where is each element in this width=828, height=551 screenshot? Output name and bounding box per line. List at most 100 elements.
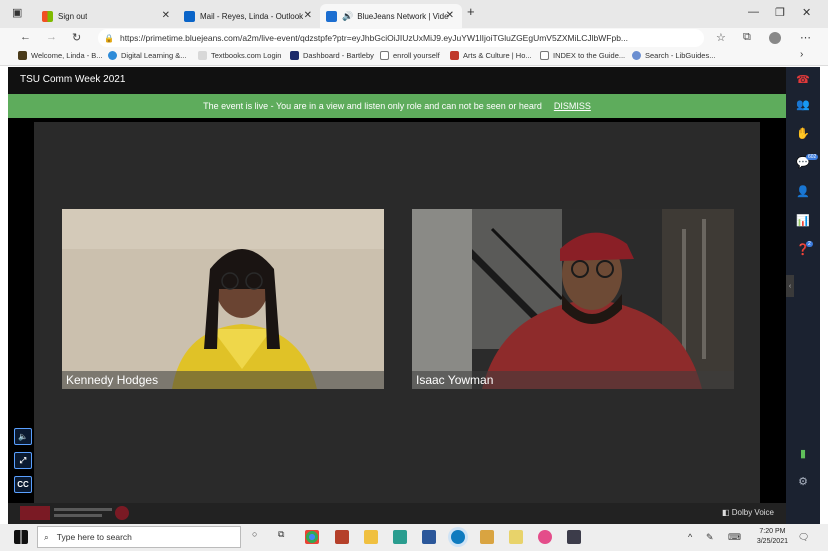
tab-bluejeans[interactable]: 🔊 BlueJeans Network | Video ✕ <box>320 4 462 28</box>
participants-icon[interactable]: 👥 <box>795 96 811 112</box>
speaker-icon: 🔈 <box>18 432 28 441</box>
bookmark-item[interactable]: enroll yourself <box>380 51 440 60</box>
bookmark-icon <box>540 51 549 60</box>
forward-icon[interactable]: → <box>46 31 57 43</box>
profile-icon[interactable] <box>769 32 781 44</box>
expand-icon: ⤢ <box>19 455 27 465</box>
app-icon[interactable] <box>480 530 494 544</box>
event-title: TSU Comm Week 2021 <box>20 74 126 85</box>
more-icon[interactable]: ⋯ <box>800 31 811 44</box>
live-banner: The event is live - You are in a view an… <box>8 94 786 118</box>
chevron-left-icon: ‹ <box>788 282 792 290</box>
participant-video <box>62 209 384 389</box>
captions-button[interactable]: CC <box>14 476 32 493</box>
file-explorer-icon[interactable] <box>364 530 378 544</box>
participant-name: Kennedy Hodges <box>66 373 159 387</box>
taskbar-search[interactable]: ⌕ Type here to search <box>37 526 241 548</box>
address-bar[interactable]: 🔒 https://primetime.bluejeans.com/a2m/li… <box>98 29 704 47</box>
outlook-icon <box>184 10 195 22</box>
banner-message: The event is live - You are in a view an… <box>203 101 542 111</box>
speaker-icon: 🔊 <box>342 10 354 21</box>
people-icon[interactable]: 👤 <box>795 183 811 199</box>
collapse-rail-button[interactable]: ‹ <box>786 275 794 297</box>
chat-badge: 602 <box>806 154 819 160</box>
task-view-icon[interactable]: ⧉ <box>278 529 284 540</box>
app-icon[interactable] <box>538 530 552 544</box>
refresh-icon[interactable]: ↻ <box>72 31 81 44</box>
participant-video <box>412 209 734 389</box>
browser-window: ▣ Sign out ✕ Mail - Reyes, Linda - Outlo… <box>0 0 828 551</box>
collections-icon[interactable]: ⧉ <box>743 31 751 44</box>
minimize-icon[interactable]: — <box>748 6 759 18</box>
close-tab-icon[interactable]: ✕ <box>162 10 170 21</box>
back-icon[interactable]: ← <box>20 31 31 43</box>
microsoft-icon <box>42 10 53 22</box>
bookmark-icon <box>450 51 459 60</box>
close-tab-icon[interactable]: ✕ <box>304 10 312 21</box>
bluejeans-icon <box>326 10 337 22</box>
app-icon[interactable] <box>335 530 349 544</box>
participant-name: Isaac Yowman <box>416 373 494 387</box>
settings-icon[interactable]: ⚙ <box>795 473 811 489</box>
tab-actions-icon[interactable]: ▣ <box>12 6 22 19</box>
qa-badge: 2 <box>806 241 813 247</box>
tab-strip: ▣ Sign out ✕ Mail - Reyes, Linda - Outlo… <box>0 0 828 28</box>
event-header: TSU Comm Week 2021 <box>8 67 786 94</box>
dismiss-button[interactable]: DISMISS <box>554 101 591 111</box>
video-stage: Kennedy Hodges Isaac Yowman 🔈 ⤢ CC <box>8 118 786 503</box>
taskbar-clock[interactable]: 7:20 PM 3/25/2021 <box>757 527 788 547</box>
edge-icon[interactable] <box>451 530 465 544</box>
close-window-icon[interactable]: ✕ <box>802 6 811 19</box>
tsu-logo <box>20 506 129 520</box>
video-area: Kennedy Hodges Isaac Yowman <box>34 122 760 503</box>
bookmark-item[interactable]: Digital Learning &... <box>108 51 186 60</box>
bookmark-icon <box>290 51 299 60</box>
favorites-icon[interactable]: ☆ <box>716 31 726 44</box>
bookmark-item[interactable]: Welcome, Linda - B... <box>18 51 103 60</box>
notifications-icon[interactable]: 🗨 <box>798 532 809 543</box>
dolby-voice-label: ◧ Dolby Voice <box>721 508 774 517</box>
tab-sign-out[interactable]: Sign out ✕ <box>36 4 178 28</box>
app-icon[interactable] <box>393 530 407 544</box>
polls-icon[interactable]: 📊 <box>795 212 811 228</box>
chrome-icon[interactable] <box>305 530 319 544</box>
bookmark-item[interactable]: Textbooks.com Login <box>198 51 281 60</box>
bluejeans-app: TSU Comm Week 2021 The event is live - Y… <box>8 67 820 524</box>
close-tab-icon[interactable]: ✕ <box>446 10 454 21</box>
video-tile-kennedy[interactable]: Kennedy Hodges <box>62 209 384 389</box>
search-icon: ⌕ <box>44 531 49 542</box>
bookmark-icon <box>18 51 27 60</box>
participant-name-bar: Isaac Yowman <box>412 371 734 389</box>
bookmark-item[interactable]: Arts & Culture | Ho... <box>450 51 532 60</box>
bookmark-icon <box>108 51 117 60</box>
bookmark-item[interactable]: INDEX to the Guide... <box>540 51 625 60</box>
video-tile-isaac[interactable]: Isaac Yowman <box>412 209 734 389</box>
word-icon[interactable] <box>422 530 436 544</box>
windows-taskbar: ⌕ Type here to search ○ ⧉ ^ ✎ ⌨ 7:20 PM … <box>0 524 828 551</box>
app-footer: ◧ Dolby Voice <box>8 503 786 524</box>
bookmarks-bar: Welcome, Linda - B... Digital Learning &… <box>0 48 828 66</box>
cortana-icon[interactable]: ○ <box>252 529 257 539</box>
bookmark-icon <box>198 51 207 60</box>
bookmark-item[interactable]: Search - LibGuides... <box>632 51 715 60</box>
raise-hand-icon[interactable]: ✋ <box>795 125 811 141</box>
chevron-up-icon[interactable]: ^ <box>688 532 692 542</box>
dolby-icon: ◧ <box>721 508 730 517</box>
leave-call-icon[interactable]: ☎ <box>795 71 811 87</box>
windows-start-icon[interactable] <box>14 530 28 544</box>
tab-outlook[interactable]: Mail - Reyes, Linda - Outlook ✕ <box>178 4 320 28</box>
volume-button[interactable]: 🔈 <box>14 428 32 445</box>
restore-icon[interactable]: ❐ <box>775 6 785 19</box>
app-icon[interactable] <box>567 530 581 544</box>
participant-name-bar: Kennedy Hodges <box>62 371 384 389</box>
new-tab-icon[interactable]: + <box>467 4 475 19</box>
sticky-notes-icon[interactable] <box>509 530 523 544</box>
pen-icon[interactable]: ✎ <box>706 532 714 543</box>
bookmark-item[interactable]: Dashboard - Bartleby <box>290 51 374 60</box>
lock-icon: 🔒 <box>104 33 114 43</box>
fullscreen-button[interactable]: ⤢ <box>14 452 32 469</box>
address-row: ← → ↻ 🔒 https://primetime.bluejeans.com/… <box>0 28 828 48</box>
more-bookmarks-icon[interactable]: › <box>800 49 803 60</box>
keyboard-icon[interactable]: ⌨ <box>728 532 741 543</box>
bookmark-icon <box>632 51 641 60</box>
